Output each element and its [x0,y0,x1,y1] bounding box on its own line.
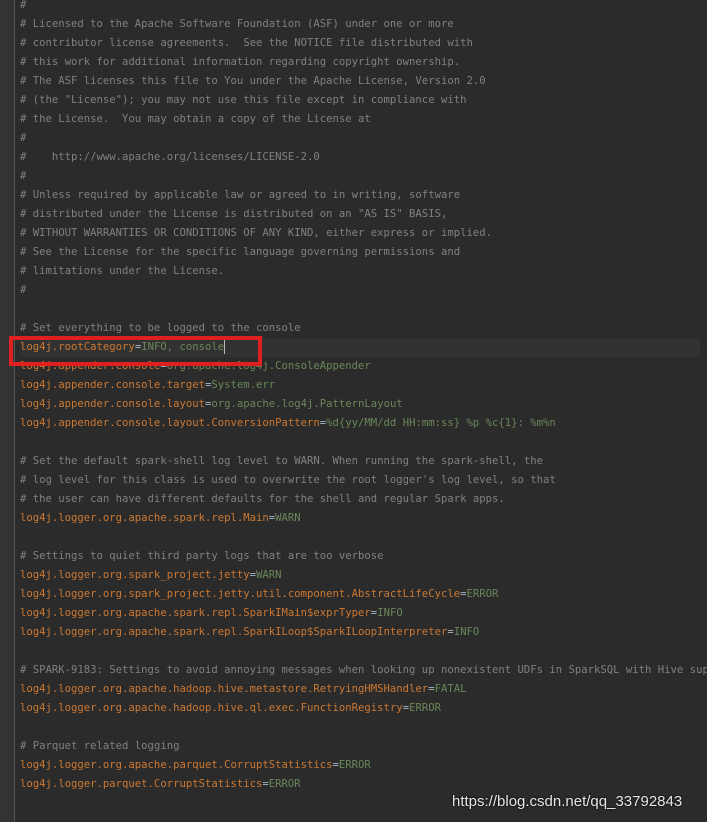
code-line-property[interactable]: log4j.logger.org.apache.spark.repl.Spark… [20,623,479,642]
code-line-comment[interactable]: # Parquet related logging [20,737,179,756]
property-value: WARN [256,569,282,581]
editor-gutter [0,0,15,822]
property-value: org.apache.log4j.PatternLayout [211,398,403,410]
comment-text: # this work for additional information r… [20,56,461,68]
comment-text: # The ASF licenses this file to You unde… [20,75,486,87]
code-line-property[interactable]: log4j.appender.console.layout=org.apache… [20,395,403,414]
code-line-comment[interactable]: # [20,281,26,300]
property-key: log4j.logger.org.apache.spark.repl.Spark… [20,626,448,638]
property-key: log4j.logger.org.apache.spark.repl.Spark… [20,607,371,619]
code-line-property[interactable]: log4j.logger.org.apache.hadoop.hive.meta… [20,680,466,699]
comment-text: # Settings to quiet third party logs tha… [20,550,384,562]
code-line-comment[interactable]: # http://www.apache.org/licenses/LICENSE… [20,148,320,167]
code-line-comment[interactable]: # log level for this class is used to ov… [20,471,556,490]
comment-text: # See the License for the specific langu… [20,246,461,258]
comment-text: # limitations under the License. [20,265,225,277]
code-line-comment[interactable]: # [20,167,26,186]
comment-text: # distributed under the License is distr… [20,208,448,220]
property-key: log4j.appender.console.layout.Conversion… [20,417,320,429]
property-key: log4j.appender.console.target [20,379,205,391]
comment-text: # [20,170,27,182]
text-caret [224,340,226,354]
property-value: WARN [275,512,301,524]
code-line-comment[interactable]: # Settings to quiet third party logs tha… [20,547,384,566]
property-value: ERROR [268,778,301,790]
property-key: log4j.logger.org.apache.hadoop.hive.ql.e… [20,702,403,714]
property-value: INFO [453,626,480,638]
code-line-comment[interactable]: # Unless required by applicable law or a… [20,186,460,205]
comment-text: # [20,284,27,296]
code-line-property[interactable]: log4j.logger.org.apache.hadoop.hive.ql.e… [20,699,441,718]
comment-text: # Unless required by applicable law or a… [20,189,461,201]
code-line-comment[interactable]: # contributor license agreements. See th… [20,34,473,53]
property-key: log4j.logger.org.apache.spark.repl.Main [20,512,269,524]
code-line-property[interactable]: log4j.appender.console.target=System.err [20,376,275,395]
comment-text: # contributor license agreements. See th… [20,37,473,49]
code-line-comment[interactable]: # The ASF licenses this file to You unde… [20,72,486,91]
comment-text: # (the "License"); you may not use this … [20,94,467,106]
code-line-comment[interactable]: # WITHOUT WARRANTIES OR CONDITIONS OF AN… [20,224,492,243]
property-value: INFO [377,607,403,619]
code-line-comment[interactable]: # Licensed to the Apache Software Founda… [20,15,454,34]
comment-text: # log level for this class is used to ov… [20,474,556,486]
comment-text: # Parquet related logging [20,740,180,752]
code-line-property[interactable]: log4j.logger.org.spark_project.jetty=WAR… [20,566,282,585]
comment-text: # http://www.apache.org/licenses/LICENSE… [20,151,320,163]
code-line-property[interactable]: log4j.logger.parquet.CorruptStatistics=E… [20,775,301,794]
code-line-property[interactable]: log4j.appender.console=org.apache.log4j.… [20,357,371,376]
code-line-comment[interactable]: # [20,0,26,15]
code-line-comment[interactable]: # (the "License"); you may not use this … [20,91,466,110]
property-value: FATAL [434,683,467,695]
property-key: log4j.logger.parquet.CorruptStatistics [20,778,263,790]
property-key: log4j.logger.org.spark_project.jetty.uti… [20,588,461,600]
property-key: log4j.logger.org.apache.hadoop.hive.meta… [20,683,429,695]
property-key: log4j.logger.org.spark_project.jetty [20,569,250,581]
property-value: ERROR [338,759,371,771]
property-value: %d{yy/MM/dd HH:mm:ss} %p %c{1}: %m%n [326,417,556,429]
code-line-comment[interactable]: # the License. You may obtain a copy of … [20,110,371,129]
property-value: org.apache.log4j.ConsoleAppender [166,360,371,372]
watermark-text: https://blog.csdn.net/qq_33792843 [452,793,683,810]
code-line-comment[interactable]: # Set everything to be logged to the con… [20,319,301,338]
comment-text: # [20,132,27,144]
property-value: ERROR [466,588,499,600]
comment-text: # [20,0,27,11]
code-line-property[interactable]: log4j.logger.org.apache.spark.repl.Main=… [20,509,301,528]
property-value: ERROR [409,702,441,714]
comment-text: # Licensed to the Apache Software Founda… [20,18,454,30]
comment-text: # the License. You may obtain a copy of … [20,113,371,125]
code-line-property[interactable]: log4j.logger.org.apache.spark.repl.Spark… [20,604,403,623]
comment-text: # SPARK-9183: Settings to avoid annoying… [20,664,707,676]
code-line-property[interactable]: log4j.logger.org.apache.parquet.CorruptS… [20,756,371,775]
code-line-comment[interactable]: # distributed under the License is distr… [20,205,447,224]
comment-text: # WITHOUT WARRANTIES OR CONDITIONS OF AN… [20,227,492,239]
comment-text: # Set everything to be logged to the con… [20,322,301,334]
comment-text: # the user can have different defaults f… [20,493,505,505]
code-line-comment[interactable]: # limitations under the License. [20,262,224,281]
code-line-property[interactable]: log4j.logger.org.spark_project.jetty.uti… [20,585,498,604]
property-key: log4j.rootCategory [20,341,135,353]
property-value: System.err [211,379,276,391]
code-line-comment[interactable]: # SPARK-9183: Settings to avoid annoying… [20,661,707,680]
code-line-comment[interactable]: # Set the default spark-shell log level … [20,452,543,471]
comment-text: # Set the default spark-shell log level … [20,455,543,467]
code-line-comment[interactable]: # See the License for the specific langu… [20,243,460,262]
property-key: log4j.logger.org.apache.parquet.CorruptS… [20,759,333,771]
property-value: INFO, console [141,341,225,353]
code-line-property-current[interactable]: log4j.rootCategory=INFO, console [20,338,700,357]
code-line-comment[interactable]: # this work for additional information r… [20,53,460,72]
code-line-comment[interactable]: # the user can have different defaults f… [20,490,505,509]
property-key: log4j.appender.console.layout [20,398,205,410]
code-line-property[interactable]: log4j.appender.console.layout.Conversion… [20,414,556,433]
code-line-comment[interactable]: # [20,129,26,148]
property-key: log4j.appender.console [20,360,161,372]
